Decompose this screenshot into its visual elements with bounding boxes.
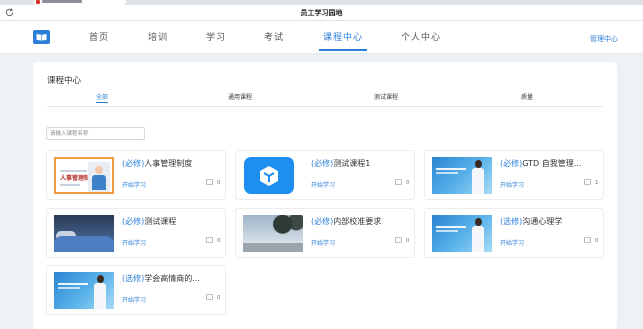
presenter-figure bbox=[93, 275, 107, 309]
course-name: 测试课程1 bbox=[333, 159, 371, 168]
tab-0[interactable]: 全部 bbox=[96, 92, 109, 103]
comment-count: 0 bbox=[406, 180, 410, 186]
comment-icon bbox=[584, 237, 591, 243]
comment-count: 0 bbox=[217, 238, 221, 244]
course-required-tag: (必修) bbox=[500, 159, 523, 168]
thumb-decoration bbox=[436, 168, 466, 170]
window-title: 员工学习园地 bbox=[300, 9, 343, 17]
course-name: 内部校准要求 bbox=[333, 217, 382, 226]
course-thumbnail bbox=[54, 272, 114, 309]
course-required-tag: (必修) bbox=[311, 159, 334, 168]
course-search-input[interactable] bbox=[46, 127, 145, 140]
course-title[interactable]: (必修)GTD 自我管理... bbox=[500, 158, 581, 169]
page-title: 课程中心 bbox=[47, 76, 82, 86]
comment-count: 0 bbox=[595, 238, 599, 244]
course-title[interactable]: (必修)测试课程1 bbox=[311, 158, 370, 169]
tab-3[interactable]: 质量 bbox=[521, 92, 533, 101]
course-name: 学会高情商的... bbox=[144, 274, 200, 283]
browser-toolbar: 员工学习园地 bbox=[0, 5, 643, 21]
comment-count: 0 bbox=[217, 295, 221, 301]
comment-icon bbox=[395, 179, 402, 185]
nav-item-1[interactable]: 培训 bbox=[148, 30, 168, 43]
course-required-tag: (必修) bbox=[311, 217, 334, 226]
start-learning-button[interactable]: 开始学习 bbox=[311, 180, 335, 189]
course-title[interactable]: (选修)沟通心理学 bbox=[500, 216, 562, 227]
comment-icon bbox=[206, 179, 213, 185]
comment-count: 0 bbox=[406, 238, 410, 244]
thumb-decoration bbox=[58, 287, 80, 289]
course-required-tag: (选修) bbox=[122, 274, 145, 283]
course-title[interactable]: (选修)学会高情商的... bbox=[122, 273, 200, 284]
tab-2[interactable]: 测试课程 bbox=[374, 92, 398, 101]
thumb-decoration bbox=[58, 283, 88, 285]
comment-count: 0 bbox=[217, 180, 221, 186]
course-name: 沟通心理学 bbox=[522, 217, 563, 226]
course-required-tag: (选修) bbox=[500, 217, 523, 226]
app-header: 首页 培训 学习 考试 课程中心 个人中心 管理中心 bbox=[0, 21, 643, 53]
course-thumbnail bbox=[432, 157, 492, 194]
course-name: 测试课程 bbox=[144, 217, 177, 226]
course-thumbnail bbox=[243, 157, 303, 194]
course-card[interactable]: (必修)GTD 自我管理... 开始学习 1 bbox=[424, 150, 604, 200]
nav-item-4[interactable]: 课程中心 bbox=[318, 30, 368, 51]
course-title[interactable]: (必修)测试课程 bbox=[122, 216, 176, 227]
cube-icon bbox=[260, 166, 278, 186]
course-center-panel: 课程中心 全部通用课程测试课程质量 人事管理制度(必修)人事管理制度开始学习0(… bbox=[33, 62, 617, 329]
presenter-figure bbox=[471, 160, 485, 194]
tab-favicon-icon bbox=[36, 0, 40, 4]
course-thumbnail: 人事管理制度 bbox=[54, 157, 114, 194]
presenter-figure bbox=[88, 162, 110, 192]
start-learning-button[interactable]: 开始学习 bbox=[311, 238, 335, 247]
course-thumbnail bbox=[432, 215, 492, 252]
nav-item-0[interactable]: 首页 bbox=[89, 30, 109, 43]
course-thumbnail bbox=[54, 215, 114, 252]
comment-icon bbox=[206, 294, 213, 300]
course-thumbnail bbox=[243, 215, 303, 252]
comment-icon bbox=[206, 237, 213, 243]
course-card[interactable]: (选修)学会高情商的... 开始学习 0 bbox=[46, 265, 226, 315]
photo-element bbox=[54, 236, 114, 252]
course-card[interactable]: (必修)测试课程1 开始学习 0 bbox=[235, 150, 415, 200]
course-title[interactable]: (必修)人事管理制度 bbox=[122, 158, 192, 169]
thumb-decoration bbox=[436, 230, 458, 232]
nav-item-3[interactable]: 考试 bbox=[264, 30, 284, 43]
course-card[interactable]: (必修)内部校准要求 开始学习 0 bbox=[235, 208, 415, 258]
course-card[interactable]: (选修)沟通心理学 开始学习 0 bbox=[424, 208, 604, 258]
photo-element bbox=[243, 243, 303, 252]
thumb-decoration bbox=[60, 184, 80, 186]
nav-item-2[interactable]: 学习 bbox=[206, 30, 226, 43]
nav-item-5[interactable]: 个人中心 bbox=[401, 30, 441, 43]
course-required-tag: (必修) bbox=[122, 159, 145, 168]
start-learning-button[interactable]: 开始学习 bbox=[122, 238, 146, 247]
start-learning-button[interactable]: 开始学习 bbox=[122, 295, 146, 304]
tabs-divider bbox=[47, 106, 603, 107]
book-logo-icon[interactable] bbox=[33, 30, 50, 44]
thumb-decoration bbox=[436, 226, 466, 228]
course-name: GTD 自我管理... bbox=[522, 159, 582, 168]
course-required-tag: (必修) bbox=[122, 217, 145, 226]
tab-1[interactable]: 通用课程 bbox=[228, 92, 252, 101]
comment-count: 1 bbox=[595, 180, 599, 186]
course-title[interactable]: (必修)内部校准要求 bbox=[311, 216, 381, 227]
photo-element bbox=[269, 215, 303, 238]
thumb-decoration bbox=[436, 172, 458, 174]
start-learning-button[interactable]: 开始学习 bbox=[122, 180, 146, 189]
course-card[interactable]: 人事管理制度 (必修)人事管理制度 开始学习 0 bbox=[46, 150, 226, 200]
course-name: 人事管理制度 bbox=[144, 159, 193, 168]
comment-icon bbox=[395, 237, 402, 243]
start-learning-button[interactable]: 开始学习 bbox=[500, 238, 524, 247]
comment-icon bbox=[584, 179, 591, 185]
thumb-decoration bbox=[60, 170, 87, 172]
tab-title-placeholder bbox=[42, 0, 82, 3]
start-learning-button[interactable]: 开始学习 bbox=[500, 180, 524, 189]
course-card[interactable]: (必修)测试课程 开始学习 0 bbox=[46, 208, 226, 258]
manage-center-link[interactable]: 管理中心 bbox=[590, 34, 618, 44]
presenter-figure bbox=[471, 218, 485, 252]
